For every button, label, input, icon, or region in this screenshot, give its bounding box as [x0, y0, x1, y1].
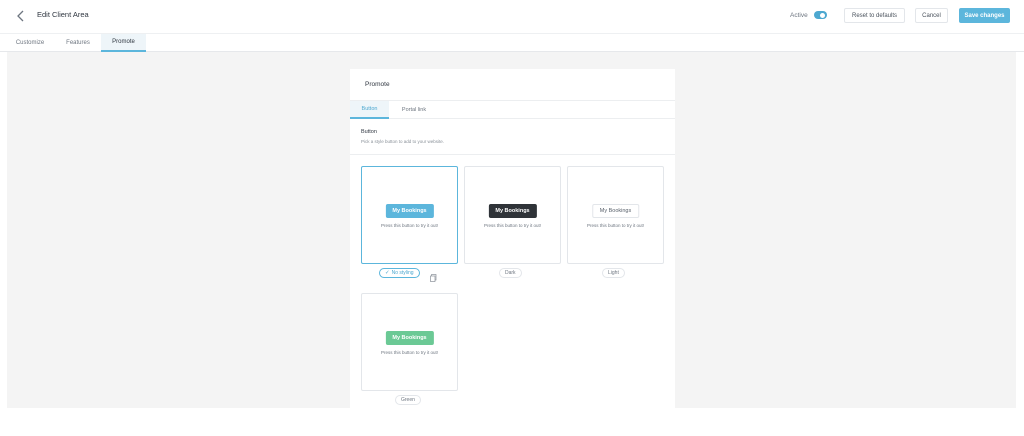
- active-label: Active: [790, 11, 808, 19]
- active-toggle[interactable]: [813, 11, 827, 19]
- style-option-green[interactable]: Green: [395, 395, 421, 405]
- check-icon: ✓: [385, 270, 390, 276]
- style-option-no-styling[interactable]: ✓ No styling: [379, 268, 420, 278]
- active-control: Active: [790, 11, 827, 19]
- copy-icon[interactable]: [430, 269, 437, 282]
- style-option-dark[interactable]: Dark: [499, 268, 522, 278]
- style-card-light[interactable]: My Bookings Press this button to try it …: [567, 166, 664, 264]
- style-name: No styling: [391, 270, 414, 276]
- save-changes-button[interactable]: Save changes: [959, 8, 1010, 23]
- reset-to-defaults-button[interactable]: Reset to defaults: [844, 8, 905, 23]
- preview-my-bookings-button[interactable]: My Bookings: [385, 331, 434, 345]
- style-card-no-styling[interactable]: My Bookings Press this button to try it …: [361, 166, 458, 264]
- style-option-light[interactable]: Light: [602, 268, 625, 278]
- panel-title: Promote: [365, 81, 390, 88]
- top-bar: Edit Client Area Active Reset to default…: [0, 0, 1024, 32]
- tab-features[interactable]: Features: [58, 34, 98, 52]
- promote-panel: Promote Button Portal link Button Pick a…: [350, 69, 675, 408]
- style-card-green[interactable]: My Bookings Press this button to try it …: [361, 293, 458, 391]
- tab-portal-link[interactable]: Portal link: [394, 101, 434, 119]
- preview-my-bookings-button[interactable]: My Bookings: [385, 204, 434, 218]
- preview-hint: Press this button to try it out!: [483, 223, 542, 228]
- preview-hint: Press this button to try it out!: [380, 350, 439, 355]
- cancel-button[interactable]: Cancel: [915, 8, 948, 23]
- preview-my-bookings-button[interactable]: My Bookings: [591, 204, 640, 218]
- page-title: Edit Client Area: [37, 10, 89, 19]
- preview-hint: Press this button to try it out!: [586, 223, 645, 228]
- preview-hint: Press this button to try it out!: [380, 223, 439, 228]
- divider: [350, 154, 675, 155]
- back-arrow-icon[interactable]: [14, 8, 28, 24]
- section-description: Pick a style button to add to your websi…: [361, 139, 445, 144]
- tab-button[interactable]: Button: [350, 101, 389, 119]
- preview-my-bookings-button[interactable]: My Bookings: [488, 204, 537, 218]
- panel-tabs: Button Portal link: [350, 100, 675, 119]
- tab-promote[interactable]: Promote: [101, 34, 146, 52]
- tab-customize[interactable]: Customize: [8, 34, 52, 52]
- main-tabs: Customize Features Promote: [0, 33, 1024, 52]
- section-title: Button: [361, 129, 377, 135]
- style-card-dark[interactable]: My Bookings Press this button to try it …: [464, 166, 561, 264]
